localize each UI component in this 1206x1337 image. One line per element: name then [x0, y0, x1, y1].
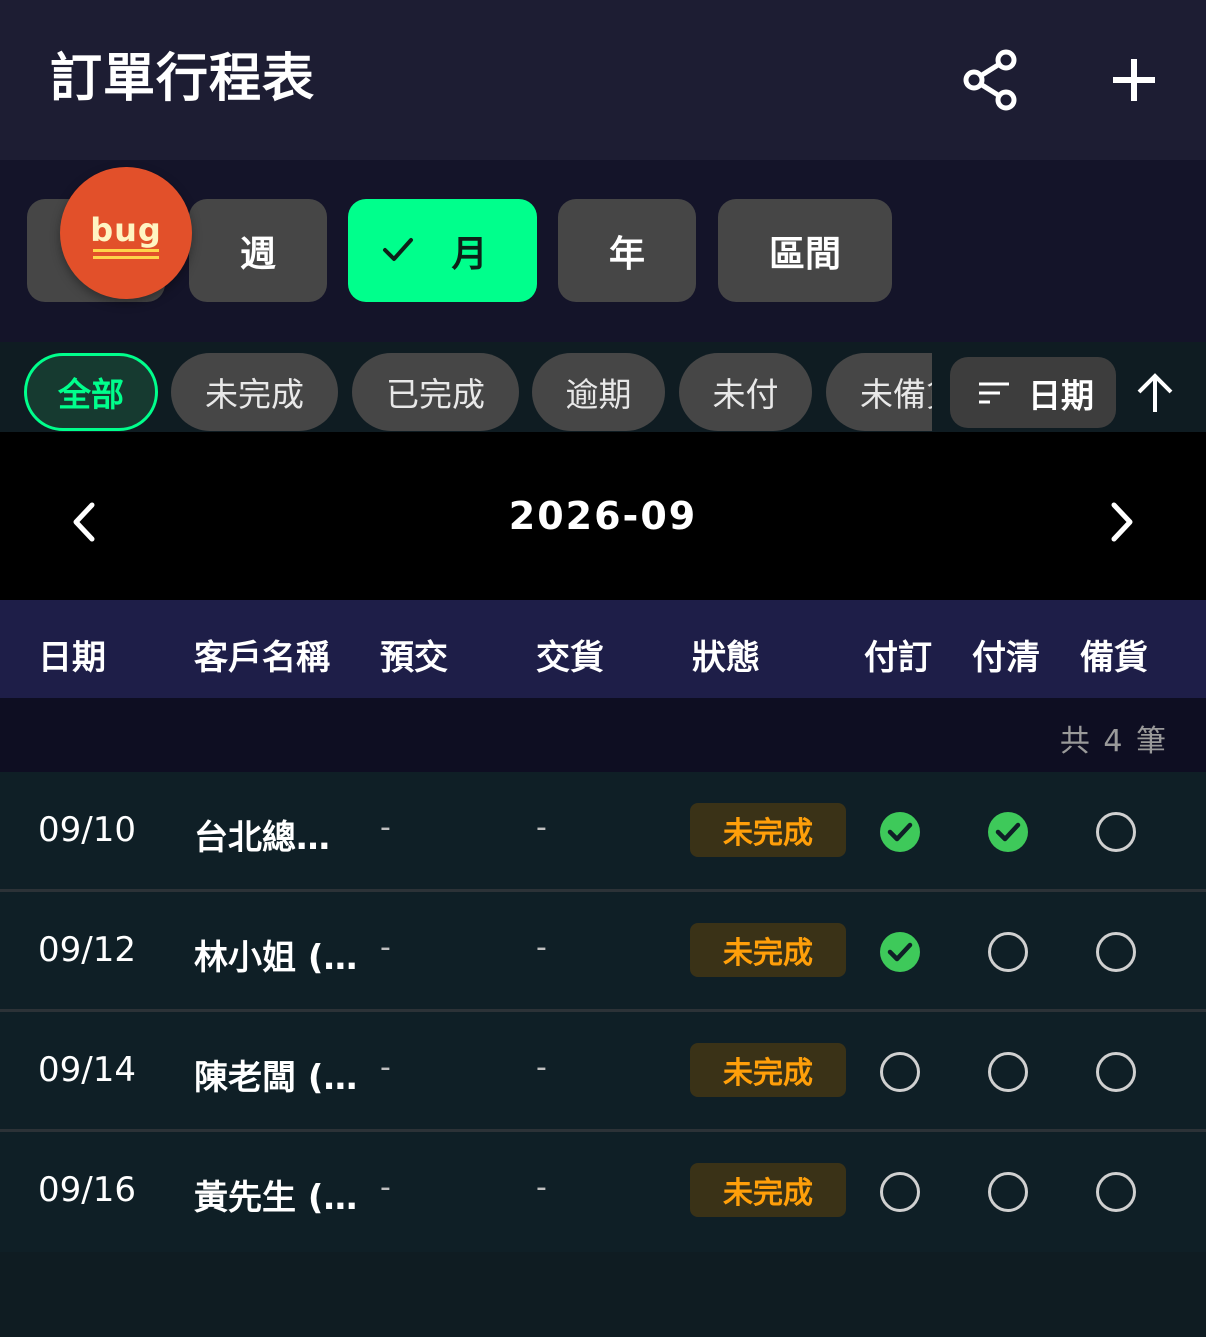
row-delivery: - — [536, 1050, 547, 1085]
column-header-deposit[interactable]: 付訂 — [864, 630, 932, 679]
empty-circle-icon[interactable] — [1094, 930, 1138, 974]
record-count: 共 4 筆 — [1059, 724, 1168, 759]
sort-field-button[interactable]: 日期 — [950, 357, 1116, 428]
period-tab-label: 年 — [608, 233, 645, 275]
filter-chip-incomplete[interactable]: 未完成 — [171, 353, 338, 431]
table-row[interactable]: 09/16 黃先生 (… - - 未完成 — [0, 1132, 1206, 1252]
filter-chip-label: 已完成 — [386, 375, 485, 414]
column-header-pre-delivery[interactable]: 預交 — [380, 630, 448, 679]
check-circle-icon[interactable] — [878, 930, 922, 974]
filter-chip-not-stocked[interactable]: 未備貨 — [826, 353, 932, 431]
bug-underline — [93, 249, 159, 252]
column-header-date[interactable]: 日期 — [38, 630, 106, 679]
filter-chip-label: 全部 — [58, 375, 124, 414]
row-date: 09/16 — [38, 1170, 136, 1210]
filter-chip-unpaid[interactable]: 未付 — [679, 353, 812, 431]
chevron-right-icon — [1111, 502, 1133, 542]
column-header-status[interactable]: 狀態 — [692, 630, 760, 679]
row-customer: 林小姐 (… — [194, 938, 358, 978]
page-title: 訂單行程表 — [50, 49, 316, 109]
record-count-bar: 共 4 筆 — [0, 698, 1206, 772]
filter-chip-overdue[interactable]: 逾期 — [532, 353, 665, 431]
empty-circle-icon[interactable] — [1094, 1170, 1138, 1214]
next-month-button[interactable] — [1100, 500, 1144, 544]
row-date: 09/10 — [38, 810, 136, 850]
row-date: 09/14 — [38, 1050, 136, 1090]
app-header: 訂單行程表 — [0, 0, 1206, 160]
row-pre-delivery: - — [380, 1050, 391, 1085]
row-customer: 黃先生 (… — [194, 1178, 358, 1218]
column-header-customer[interactable]: 客戶名稱 — [194, 630, 330, 679]
row-delivery: - — [536, 930, 547, 965]
filter-chip-completed[interactable]: 已完成 — [352, 353, 519, 431]
table-row[interactable]: 09/12 林小姐 (… - - 未完成 — [0, 892, 1206, 1012]
table-row[interactable]: 09/10 台北總… - - 未完成 — [0, 772, 1206, 892]
sort-direction-button[interactable] — [1132, 370, 1178, 416]
row-date: 09/12 — [38, 930, 136, 970]
status-badge: 未完成 — [690, 1163, 846, 1217]
filter-chip-label: 未完成 — [205, 375, 304, 414]
empty-circle-icon[interactable] — [986, 1050, 1030, 1094]
sort-field-label: 日期 — [1028, 375, 1094, 415]
period-tab-week[interactable]: 週 — [189, 199, 327, 302]
add-order-button[interactable] — [1094, 40, 1174, 120]
period-tab-label: 月 — [451, 233, 488, 275]
bug-badge-label: bug — [90, 211, 162, 249]
row-delivery: - — [536, 1170, 547, 1205]
empty-circle-icon[interactable] — [1094, 1050, 1138, 1094]
empty-circle-icon[interactable] — [986, 1170, 1030, 1214]
share-button[interactable] — [950, 40, 1030, 120]
period-tab-label: 區間 — [768, 233, 841, 275]
empty-circle-icon[interactable] — [878, 1170, 922, 1214]
current-month-label: 2026-09 — [508, 494, 698, 538]
column-header-stocked[interactable]: 備貨 — [1080, 630, 1148, 679]
period-tab-year[interactable]: 年 — [558, 199, 696, 302]
row-customer: 陳老闆 (… — [194, 1058, 358, 1098]
table-row[interactable]: 09/14 陳老闆 (… - - 未完成 — [0, 1012, 1206, 1132]
period-tab-label: 週 — [239, 233, 276, 275]
plus-icon — [1113, 59, 1155, 101]
row-pre-delivery: - — [380, 1170, 391, 1205]
row-pre-delivery: - — [380, 930, 391, 965]
row-delivery: - — [536, 810, 547, 845]
arrow-up-icon — [1137, 373, 1173, 412]
table-header: 日期 客戶名稱 預交 交貨 狀態 付訂 付清 備貨 — [0, 600, 1206, 698]
filter-chip-label: 未備貨 — [860, 375, 932, 414]
check-icon — [383, 238, 413, 261]
row-customer: 台北總… — [194, 818, 330, 858]
column-header-delivery[interactable]: 交貨 — [536, 630, 604, 679]
column-header-paid[interactable]: 付清 — [972, 630, 1040, 679]
check-circle-icon[interactable] — [878, 810, 922, 854]
filter-chip-label: 逾期 — [565, 375, 632, 414]
bug-underline — [93, 256, 159, 259]
status-badge: 未完成 — [690, 1043, 846, 1097]
bug-report-badge[interactable]: bug — [60, 167, 192, 299]
period-tab-range[interactable]: 區間 — [718, 199, 892, 302]
period-tab-month[interactable]: 月 — [348, 199, 537, 302]
order-list: 09/10 台北總… - - 未完成 09/12 林小姐 (… - - 未完成 … — [0, 772, 1206, 1252]
filter-chip-label: 未付 — [712, 375, 779, 414]
month-navigator: 2026-09 — [0, 432, 1206, 600]
empty-circle-icon[interactable] — [878, 1050, 922, 1094]
share-icon — [963, 49, 1017, 111]
status-badge: 未完成 — [690, 923, 846, 977]
check-circle-icon[interactable] — [986, 810, 1030, 854]
app-root: 訂單行程表 日 週 月 — [0, 0, 1206, 1337]
row-pre-delivery: - — [380, 810, 391, 845]
status-badge: 未完成 — [690, 803, 846, 857]
empty-circle-icon[interactable] — [1094, 810, 1138, 854]
sort-lines-icon — [979, 382, 1009, 403]
empty-circle-icon[interactable] — [986, 930, 1030, 974]
filter-chip-all[interactable]: 全部 — [24, 353, 158, 431]
